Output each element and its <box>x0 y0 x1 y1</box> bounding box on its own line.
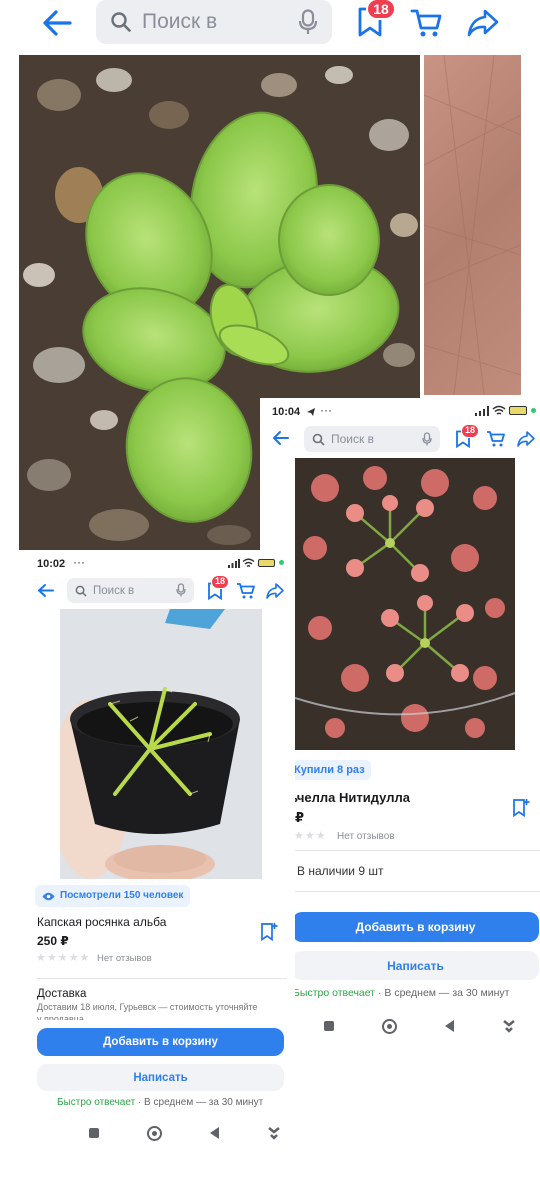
back-nav-icon[interactable] <box>210 1127 219 1139</box>
back-arrow-icon[interactable] <box>37 583 55 598</box>
delivery-title: Доставка <box>37 988 87 1000</box>
recents-icon[interactable] <box>324 1021 334 1031</box>
hide-keyboard-icon[interactable] <box>502 1019 516 1033</box>
search-placeholder: Поиск в <box>331 432 374 446</box>
divider <box>290 850 540 851</box>
write-seller-button[interactable]: Написать <box>292 951 539 980</box>
add-to-cart-button[interactable]: Добавить в корзину <box>292 912 539 942</box>
search-placeholder: Поиск в <box>93 584 135 597</box>
delivery-text: Доставим 18 июля, Гурьевск — стоимость у… <box>37 1002 258 1012</box>
reply-info: Быстро отвечает · В среднем — за 30 мину… <box>293 987 510 999</box>
search-placeholder: Поиск в <box>142 10 218 33</box>
favorites-badge: 18 <box>366 0 396 20</box>
add-to-cart-button[interactable]: Добавить в корзину <box>37 1028 284 1056</box>
search-icon <box>75 585 87 597</box>
wifi-icon <box>492 405 506 415</box>
status-time: 10:02 <box>37 558 66 570</box>
stock-text: В наличии 9 шт <box>297 864 384 878</box>
share-icon[interactable] <box>265 582 285 600</box>
cart-icon[interactable] <box>410 6 444 40</box>
favorites-badge: 18 <box>211 575 229 589</box>
hide-keyboard-icon[interactable] <box>267 1126 281 1140</box>
telegram-icon <box>307 408 315 416</box>
cart-icon[interactable] <box>486 430 506 448</box>
delivery-text-2: у продавца <box>37 1014 84 1020</box>
charging-dot <box>531 408 536 413</box>
back-arrow-icon[interactable] <box>272 430 290 446</box>
product-price: 250 ₽ <box>37 934 69 948</box>
home-icon[interactable] <box>382 1018 397 1034</box>
status-dots: ··· <box>73 555 85 569</box>
android-nav-bar <box>65 1124 305 1142</box>
screenshot-left: 10:02 ··· Поиск в 18 Посмотрели 150 чело… <box>25 550 295 1150</box>
favorites-badge: 18 <box>461 424 479 438</box>
battery-icon <box>509 406 527 415</box>
divider <box>290 891 540 892</box>
back-arrow-icon[interactable] <box>40 8 74 38</box>
product-price: ₽ <box>295 810 305 825</box>
signal-icon <box>475 406 489 416</box>
eye-icon <box>42 892 55 900</box>
search-icon <box>312 433 325 446</box>
search-input[interactable]: Поиск в <box>96 0 332 44</box>
recents-icon[interactable] <box>89 1128 99 1138</box>
product-title: Капская росянка альба <box>37 915 167 929</box>
rating-stars: ★★★ <box>294 830 327 842</box>
product-title: ьчелла Нитидулла <box>290 790 410 805</box>
home-icon[interactable] <box>147 1125 162 1141</box>
back-nav-icon[interactable] <box>445 1020 454 1032</box>
cape-sundew-alba-photo <box>60 609 262 879</box>
search-input[interactable]: Поиск в <box>304 426 440 452</box>
reply-info: Быстро отвечает · В среднем — за 30 мину… <box>57 1097 264 1108</box>
microphone-icon[interactable] <box>422 432 432 446</box>
drosera-nitidula-photo <box>295 458 515 750</box>
status-dots: ··· <box>320 403 332 417</box>
reviews-text: Нет отзывов <box>337 831 395 842</box>
charging-dot <box>279 560 284 565</box>
purchases-badge: Купили 8 раз <box>288 760 371 780</box>
battery-icon <box>258 559 275 567</box>
views-badge: Посмотрели 150 человек <box>35 885 191 907</box>
add-to-collection-icon[interactable] <box>260 922 278 942</box>
top-bar: Поиск в 18 <box>0 0 540 48</box>
share-icon[interactable] <box>516 430 536 448</box>
signal-icon <box>228 559 240 568</box>
wifi-icon <box>242 558 255 568</box>
microphone-icon[interactable] <box>176 583 186 597</box>
share-icon[interactable] <box>466 7 500 39</box>
status-time: 10:04 <box>272 406 301 418</box>
screenshot-right: 10:04 ··· Поиск в 18 Купили 8 раз ьчелла… <box>260 398 540 1048</box>
divider <box>37 978 287 979</box>
search-icon <box>111 12 131 32</box>
android-nav-bar <box>300 1016 540 1036</box>
add-to-collection-icon[interactable] <box>512 798 530 818</box>
rating-stars: ★★★★★ <box>36 952 91 964</box>
hand-skin-photo <box>424 55 521 395</box>
write-seller-button[interactable]: Написать <box>37 1064 284 1091</box>
microphone-icon[interactable] <box>298 9 318 35</box>
cart-icon[interactable] <box>236 582 256 600</box>
search-input[interactable]: Поиск в <box>67 578 194 603</box>
reviews-text: Нет отзывов <box>97 953 152 964</box>
